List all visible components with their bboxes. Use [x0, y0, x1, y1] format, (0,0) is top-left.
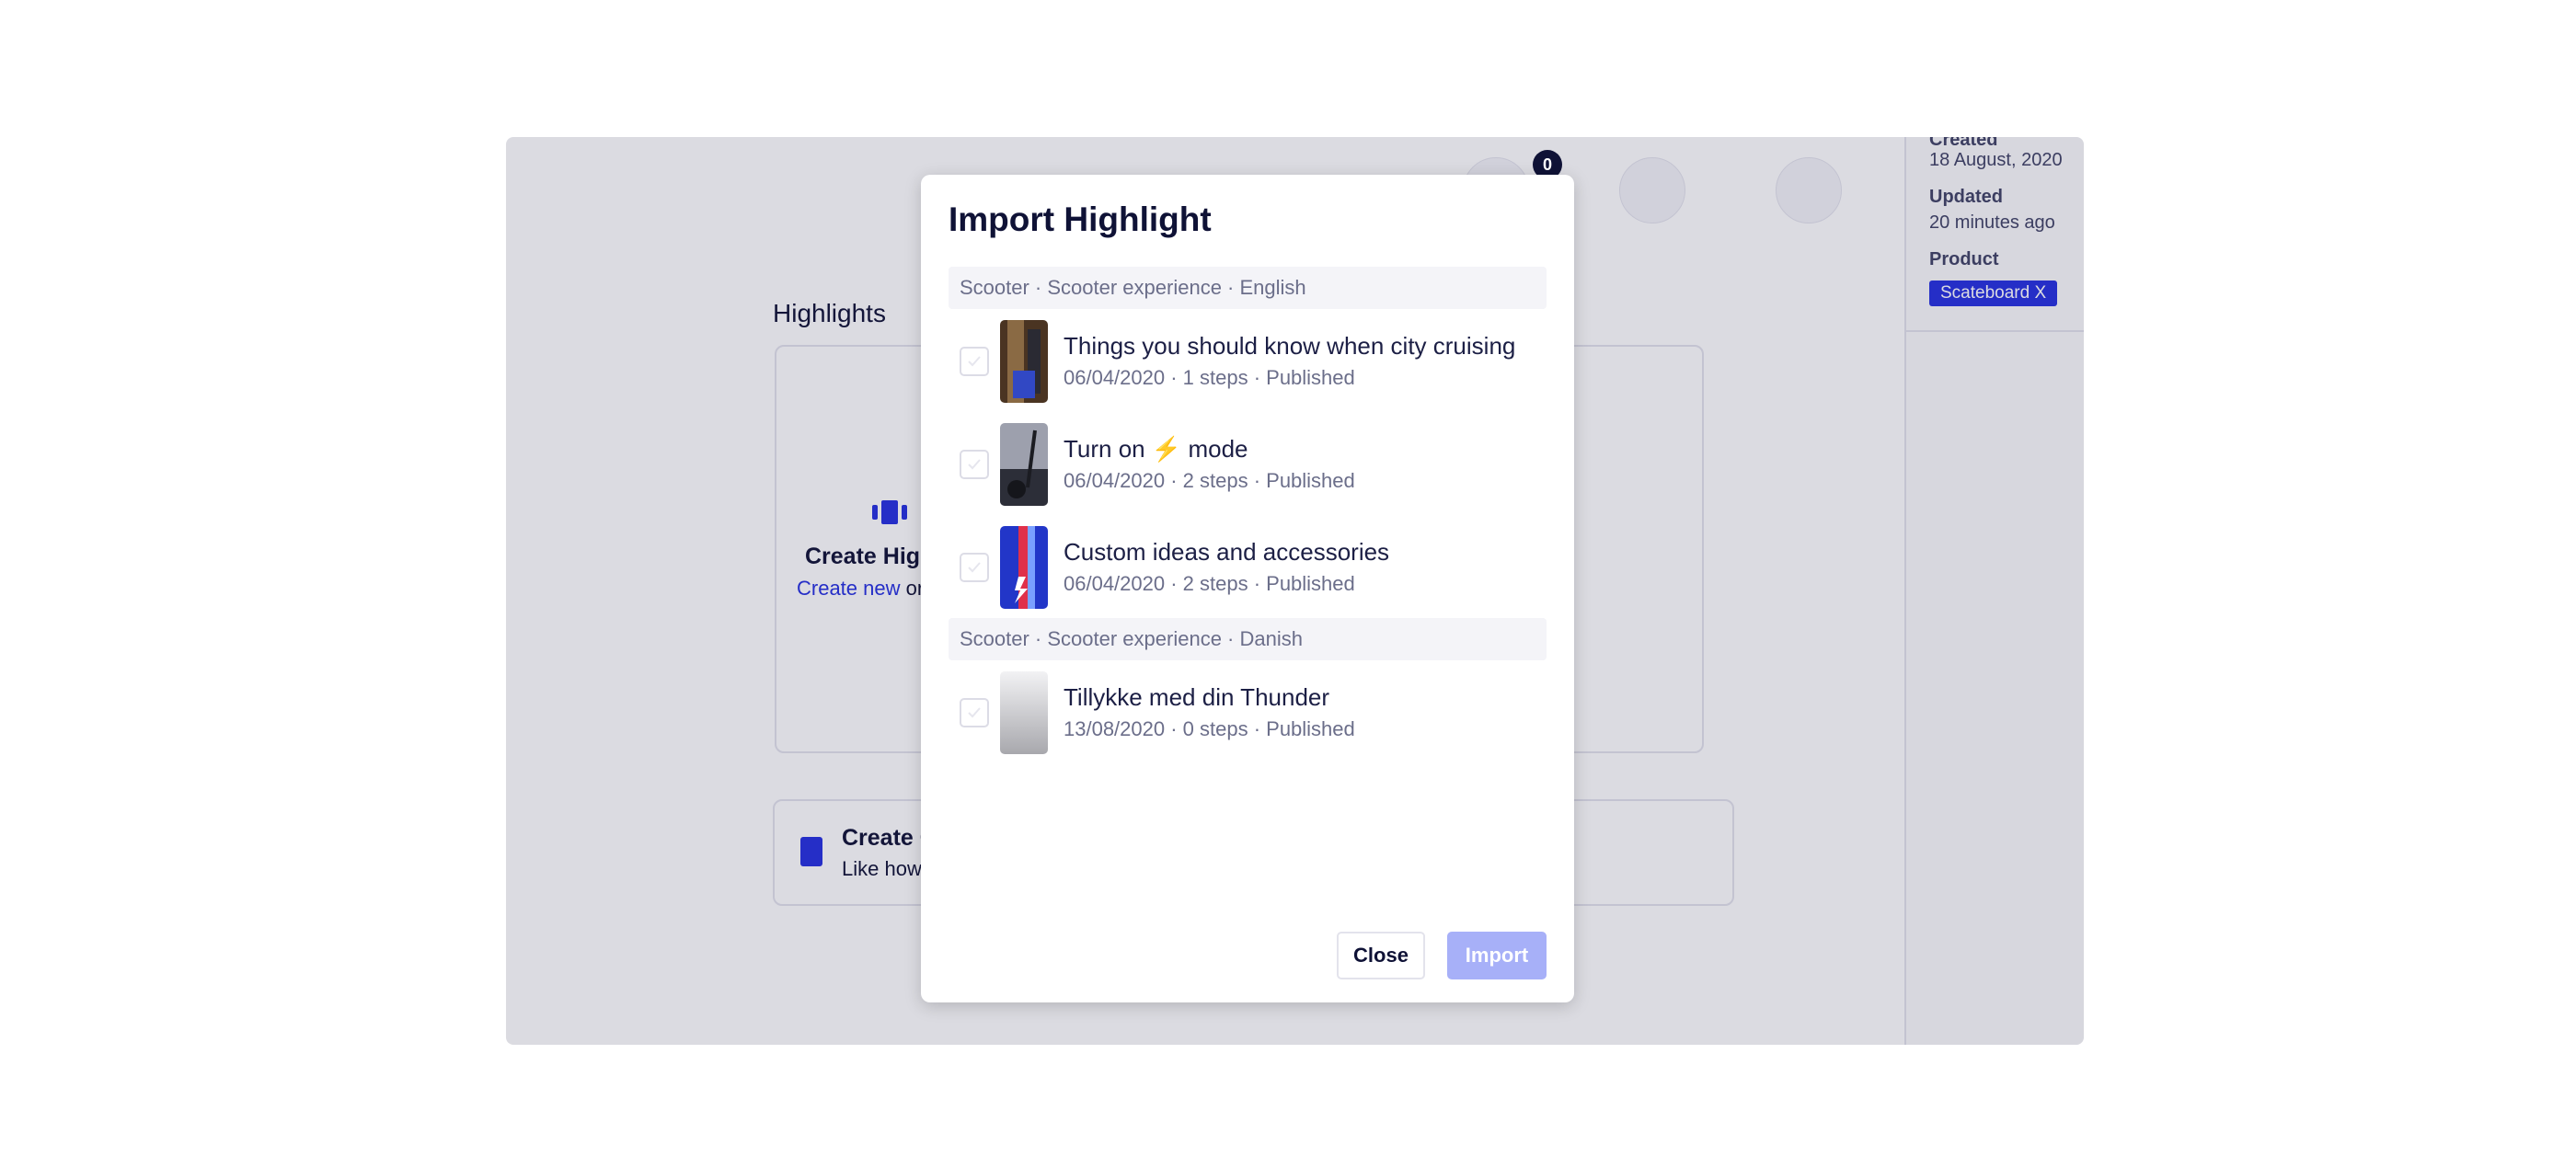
modal-title: Import Highlight: [949, 200, 1212, 238]
item-title: Things you should know when city cruisin…: [1064, 332, 1516, 360]
item-meta: 06/04/2020 · 1 steps · Published: [1064, 366, 1355, 389]
item-thumbnail: [1000, 671, 1048, 754]
close-button[interactable]: Close: [1337, 932, 1425, 979]
list-item[interactable]: Custom ideas and accessories 06/04/2020 …: [949, 526, 1547, 611]
item-meta: 13/08/2020 · 0 steps · Published: [1064, 717, 1355, 740]
item-thumbnail: [1000, 526, 1048, 609]
item-checkbox[interactable]: [960, 698, 989, 727]
item-meta: 06/04/2020 · 2 steps · Published: [1064, 469, 1355, 492]
item-checkbox[interactable]: [960, 553, 989, 582]
list-item[interactable]: Turn on ⚡ mode 06/04/2020 · 2 steps · Pu…: [949, 423, 1547, 508]
item-title: Turn on ⚡ mode: [1064, 435, 1248, 463]
list-item[interactable]: Tillykke med din Thunder 13/08/2020 · 0 …: [949, 671, 1547, 756]
import-button[interactable]: Import: [1447, 932, 1547, 979]
item-thumbnail: [1000, 320, 1048, 403]
import-highlight-modal: Import Highlight Scooter · Scooter exper…: [921, 175, 1574, 1002]
group-header-english: Scooter · Scooter experience · English: [949, 267, 1547, 309]
item-title: Tillykke med din Thunder: [1064, 683, 1330, 711]
item-meta: 06/04/2020 · 2 steps · Published: [1064, 572, 1355, 595]
item-checkbox[interactable]: [960, 347, 989, 376]
item-thumbnail: [1000, 423, 1048, 506]
item-checkbox[interactable]: [960, 450, 989, 479]
list-item[interactable]: Things you should know when city cruisin…: [949, 320, 1547, 405]
item-title: Custom ideas and accessories: [1064, 538, 1390, 566]
group-header-danish: Scooter · Scooter experience · Danish: [949, 618, 1547, 660]
